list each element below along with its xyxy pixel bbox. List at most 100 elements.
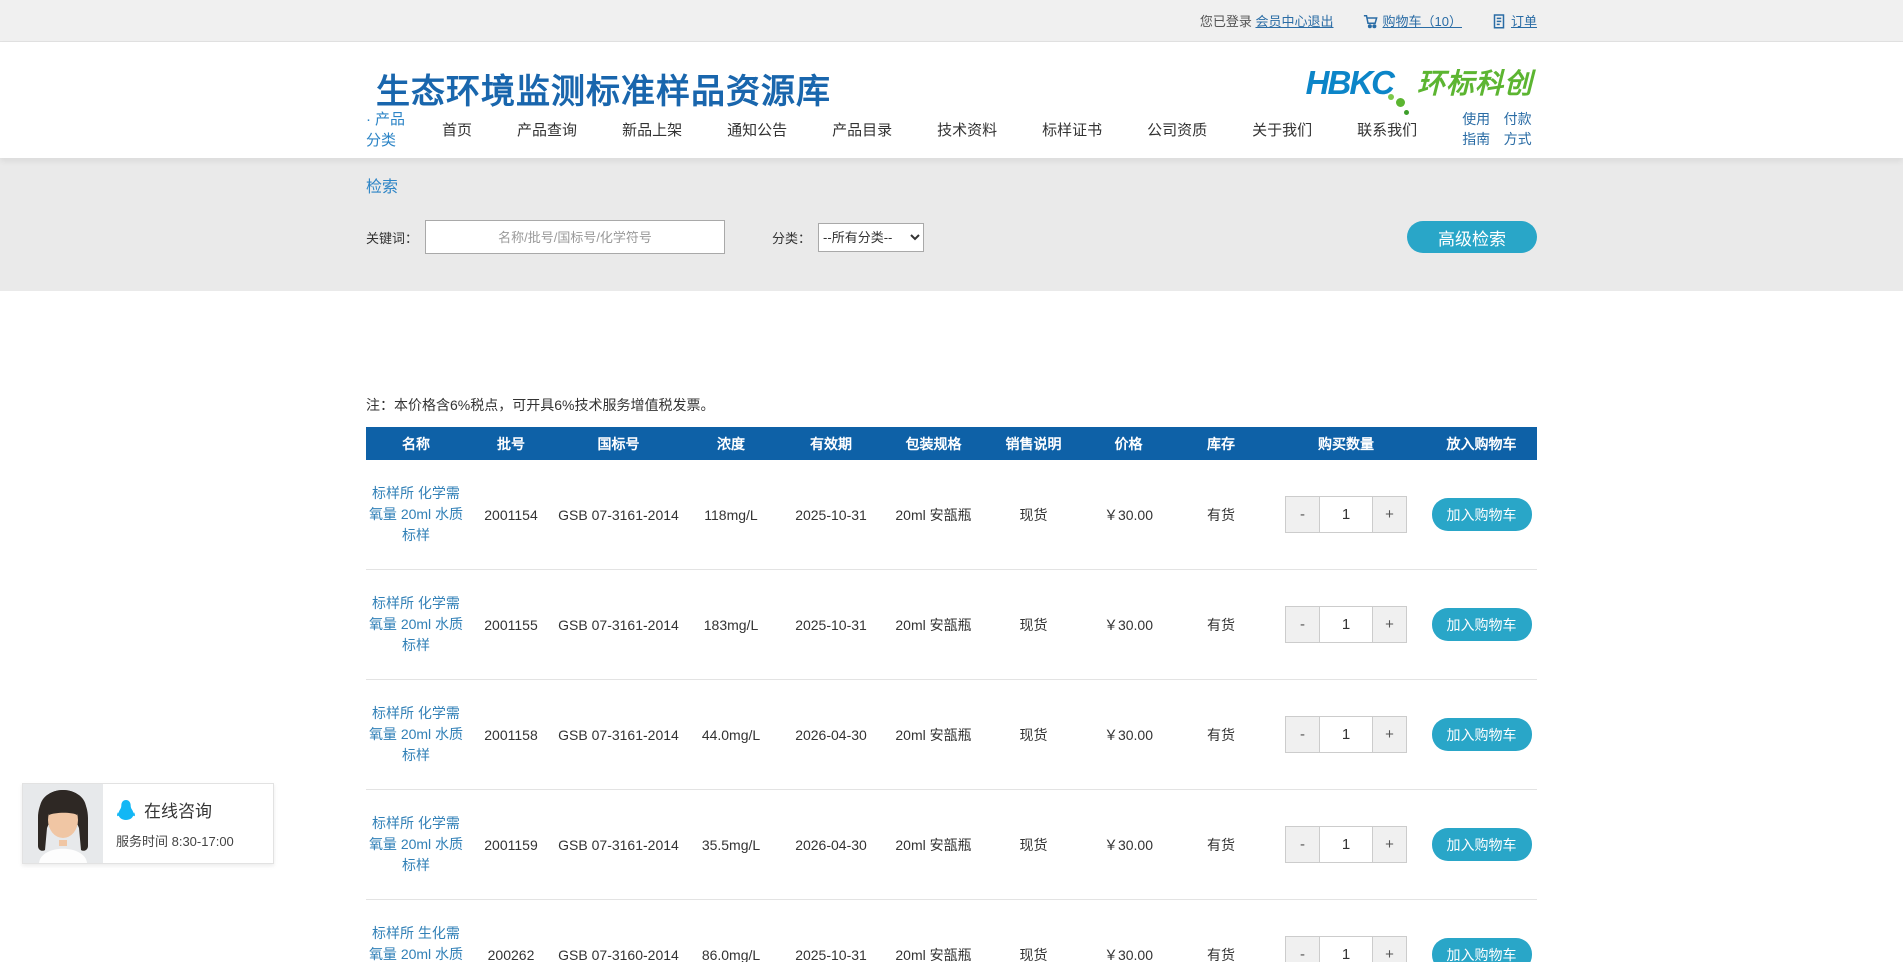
nav-item-technical-docs[interactable]: 技术资料 [937,119,997,140]
stock-cell: 有货 [1176,945,1266,962]
payment-link[interactable]: 付款方式 [1504,109,1537,149]
batch-cell: 2001159 [466,835,556,855]
price-cell: ￥30.00 [1081,945,1176,962]
concentration-cell: 86.0mg/L [681,945,781,962]
quantity-minus-button[interactable]: - [1286,717,1320,752]
orders-link[interactable]: 订单 [1511,11,1537,30]
qq-penguin-icon [116,799,136,821]
sale-note-cell: 现货 [986,945,1081,962]
stock-cell: 有货 [1176,835,1266,855]
quantity-input[interactable] [1320,607,1372,642]
quantity-stepper: - + [1285,936,1407,962]
gsb-cell: GSB 07-3161-2014 [556,835,681,855]
quantity-plus-button[interactable]: + [1372,607,1406,642]
nav-item-announcements[interactable]: 通知公告 [727,119,787,140]
batch-cell: 2001155 [466,615,556,635]
tax-notice: 注：本价格含6%税点，可开具6%技术服务增值税发票。 [366,395,1537,415]
main-nav: ·产品分类 首页 产品查询 新品上架 通知公告 产品目录 技术资料 标样证书 公… [366,108,1537,150]
expiry-cell: 2026-04-30 [781,835,881,855]
nav-item-new-arrivals[interactable]: 新品上架 [622,119,682,140]
keyword-input[interactable] [425,220,725,254]
gsb-cell: GSB 07-3160-2014 [556,945,681,962]
site-header: 生态环境监测标准样品资源库 HBKC 环标科创 ·产品分类 首页 产品查询 新品… [0,42,1903,158]
quantity-stepper: - + [1285,716,1407,753]
category-select[interactable]: --所有分类-- [818,223,924,252]
table-row: 标样所 化学需氧量 20ml 水质标样 2001155 GSB 07-3161-… [366,570,1537,680]
main-content: 注：本价格含6%税点，可开具6%技术服务增值税发票。 名称 批号 国标号 浓度 … [366,395,1537,962]
nav-item-about-us[interactable]: 关于我们 [1252,119,1312,140]
quantity-minus-button[interactable]: - [1286,937,1320,962]
col-header-sale-note: 销售说明 [986,434,1081,454]
active-bullet-icon: · [366,111,371,128]
quantity-minus-button[interactable]: - [1286,607,1320,642]
product-name-link[interactable]: 标样所 生化需氧量 20ml 水质标样 [368,923,464,962]
pack-cell: 20ml 安瓿瓶 [881,615,986,635]
stock-cell: 有货 [1176,725,1266,745]
concentration-cell: 183mg/L [681,615,781,635]
product-name-link[interactable]: 标样所 化学需氧量 20ml 水质标样 [368,703,464,766]
guide-link[interactable]: 使用指南 [1462,109,1495,149]
category-label: 分类： [772,228,811,247]
gsb-cell: GSB 07-3161-2014 [556,725,681,745]
cart-group[interactable]: 购物车（10） [1362,11,1462,30]
gsb-cell: GSB 07-3161-2014 [556,505,681,525]
product-name-link[interactable]: 标样所 化学需氧量 20ml 水质标样 [368,813,464,876]
nav-item-product-category[interactable]: ·产品分类 [366,108,409,150]
quantity-stepper: - + [1285,826,1407,863]
table-row: 标样所 化学需氧量 20ml 水质标样 2001158 GSB 07-3161-… [366,680,1537,790]
member-center-link[interactable]: 会员中心 [1255,11,1307,30]
col-header-pack: 包装规格 [881,434,986,454]
col-header-qty: 购买数量 [1266,434,1426,454]
table-row: 标样所 化学需氧量 20ml 水质标样 2001159 GSB 07-3161-… [366,790,1537,900]
site-title: 生态环境监测标准样品资源库 [376,64,831,113]
service-agent-avatar [23,784,103,863]
quantity-input[interactable] [1320,717,1372,752]
orders-group[interactable]: 订单 [1490,11,1537,30]
logout-link[interactable]: 退出 [1308,11,1334,30]
service-hours-text: 服务时间 8:30-17:00 [116,831,234,850]
quantity-minus-button[interactable]: - [1286,497,1320,532]
stock-cell: 有货 [1176,505,1266,525]
nav-item-company-qualifications[interactable]: 公司资质 [1147,119,1207,140]
quantity-plus-button[interactable]: + [1372,717,1406,752]
expiry-cell: 2025-10-31 [781,945,881,962]
login-status-text: 您已登录 [1200,11,1252,30]
nav-item-sample-certificates[interactable]: 标样证书 [1042,119,1102,140]
product-table: 名称 批号 国标号 浓度 有效期 包装规格 销售说明 价格 库存 购买数量 放入… [366,427,1537,962]
price-cell: ￥30.00 [1081,505,1176,525]
batch-cell: 2001154 [466,505,556,525]
product-name-link[interactable]: 标样所 化学需氧量 20ml 水质标样 [368,593,464,656]
stock-cell: 有货 [1176,615,1266,635]
add-to-cart-button[interactable]: 加入购物车 [1432,498,1532,531]
expiry-cell: 2026-04-30 [781,725,881,745]
add-to-cart-button[interactable]: 加入购物车 [1432,608,1532,641]
quantity-minus-button[interactable]: - [1286,827,1320,862]
product-name-link[interactable]: 标样所 化学需氧量 20ml 水质标样 [368,483,464,546]
quantity-stepper: - + [1285,606,1407,643]
quantity-plus-button[interactable]: + [1372,497,1406,532]
advanced-search-button[interactable]: 高级检索 [1407,221,1537,253]
nav-item-contact-us[interactable]: 联系我们 [1357,119,1417,140]
brand-name-text: 环标科创 [1417,62,1533,102]
concentration-cell: 44.0mg/L [681,725,781,745]
quantity-input[interactable] [1320,497,1372,532]
quantity-plus-button[interactable]: + [1372,827,1406,862]
orders-icon [1490,12,1508,30]
nav-item-home[interactable]: 首页 [442,119,472,140]
online-service-widget[interactable]: 在线咨询 服务时间 8:30-17:00 [22,783,274,864]
pack-cell: 20ml 安瓿瓶 [881,835,986,855]
col-header-price: 价格 [1081,434,1176,454]
col-header-gsb: 国标号 [556,434,681,454]
add-to-cart-button[interactable]: 加入购物车 [1432,938,1532,962]
nav-item-product-catalog[interactable]: 产品目录 [832,119,892,140]
quantity-plus-button[interactable]: + [1372,937,1406,962]
cart-link[interactable]: 购物车（10） [1383,11,1462,30]
quantity-input[interactable] [1320,827,1372,862]
add-to-cart-button[interactable]: 加入购物车 [1432,718,1532,751]
table-row: 标样所 化学需氧量 20ml 水质标样 2001154 GSB 07-3161-… [366,460,1537,570]
quantity-input[interactable] [1320,937,1372,962]
sale-note-cell: 现货 [986,615,1081,635]
pack-cell: 20ml 安瓿瓶 [881,725,986,745]
nav-item-product-query[interactable]: 产品查询 [517,119,577,140]
add-to-cart-button[interactable]: 加入购物车 [1432,828,1532,861]
